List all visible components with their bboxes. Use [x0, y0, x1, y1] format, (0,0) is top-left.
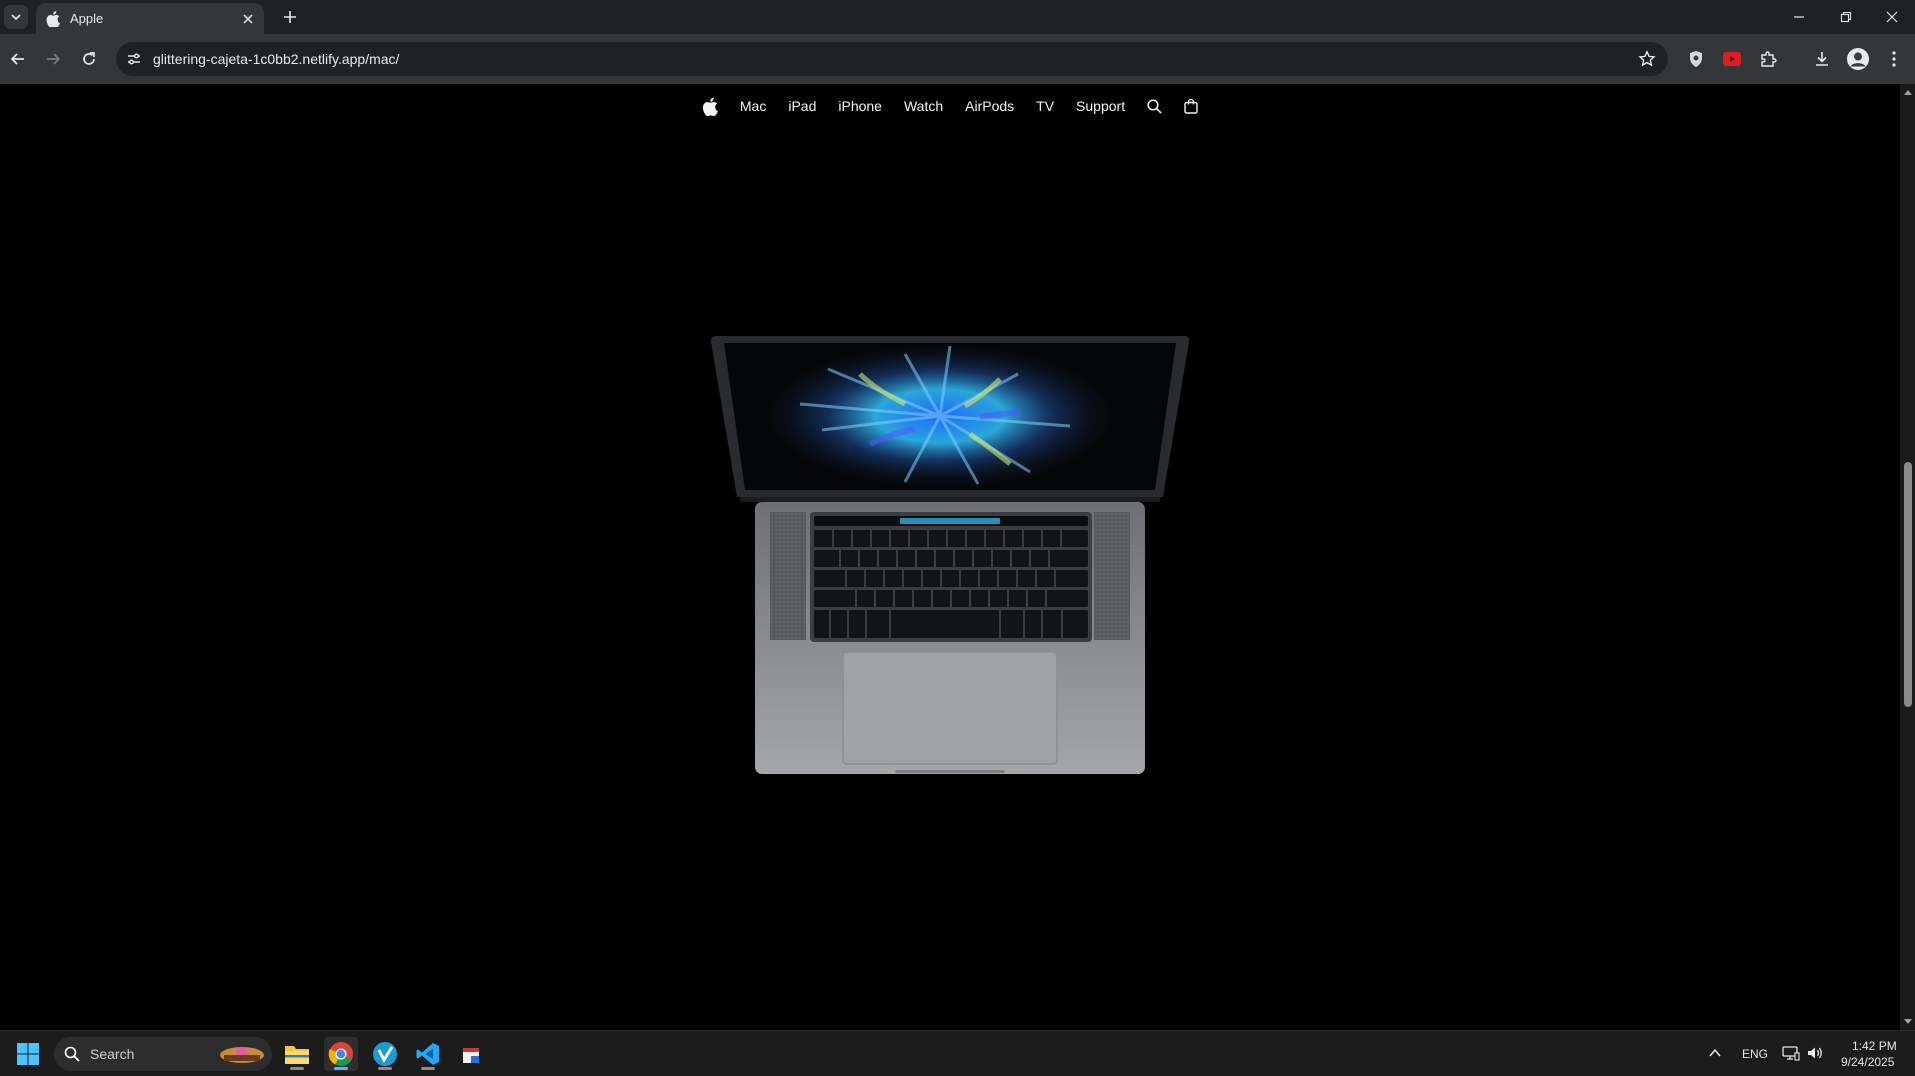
scroll-down-arrow-icon[interactable] — [1903, 1018, 1913, 1026]
apple-logo-icon — [702, 97, 718, 116]
page-scrollbar[interactable] — [1900, 84, 1915, 1030]
browser-toolbar: glittering-cajeta-1c0bb2.netlify.app/mac… — [0, 34, 1915, 84]
folder-icon — [285, 1046, 309, 1064]
arrow-left-icon — [10, 53, 24, 65]
bookmark-star-icon[interactable] — [1638, 50, 1656, 68]
tab-search-button[interactable] — [4, 5, 28, 29]
red-extension-button[interactable] — [1721, 48, 1743, 70]
red-extension-icon — [1723, 52, 1741, 66]
shield-icon — [1690, 51, 1702, 67]
taskbar-file-explorer[interactable] — [280, 1037, 314, 1071]
scrollbar-thumb[interactable] — [1904, 462, 1912, 707]
minimize-button[interactable] — [1776, 0, 1822, 34]
arrow-right-icon — [47, 53, 61, 65]
forward-button[interactable] — [40, 46, 66, 72]
running-indicator — [290, 1067, 304, 1070]
running-indicator — [421, 1067, 435, 1070]
apple-logo-link[interactable] — [702, 97, 718, 116]
restore-button[interactable] — [1823, 0, 1869, 34]
shield-extension-button[interactable] — [1685, 48, 1707, 70]
shopping-bag-icon — [1184, 98, 1198, 114]
avatar — [1847, 48, 1869, 70]
scroll-up-arrow-icon[interactable] — [1903, 88, 1913, 96]
vscode-icon — [416, 1043, 439, 1065]
download-icon — [1816, 52, 1828, 66]
windows-logo-icon — [17, 1043, 39, 1065]
nav-airpods[interactable]: AirPods — [965, 98, 1014, 114]
network-icon[interactable] — [1782, 1045, 1800, 1061]
volume-icon[interactable] — [1806, 1045, 1824, 1061]
language-indicator[interactable]: ENG — [1742, 1047, 1768, 1061]
clock-date[interactable]: 9/24/2025 — [1841, 1055, 1894, 1069]
reload-icon — [83, 52, 95, 65]
nav-bag[interactable] — [1184, 98, 1198, 114]
windows-taskbar: Search ENG 1:42 PM 9/24/2025 — [0, 1030, 1915, 1076]
nav-support[interactable]: Support — [1076, 98, 1125, 114]
nav-tv[interactable]: TV — [1036, 98, 1054, 114]
taskbar-chrome[interactable] — [324, 1037, 358, 1071]
puzzle-icon — [1761, 51, 1777, 67]
apple-global-nav: Mac iPad iPhone Watch AirPods TV Support — [0, 84, 1900, 128]
close-tab-icon[interactable] — [242, 13, 254, 25]
site-info-icon[interactable] — [126, 51, 142, 67]
taskbar-search-box[interactable]: Search — [54, 1037, 272, 1071]
more-vert-icon — [1892, 51, 1896, 67]
nav-ipad[interactable]: iPad — [788, 98, 816, 114]
address-bar[interactable]: glittering-cajeta-1c0bb2.netlify.app/mac… — [116, 42, 1668, 76]
restore-icon — [1840, 11, 1852, 23]
taskbar-app-v[interactable] — [368, 1037, 402, 1071]
taskbar-app-snip[interactable] — [454, 1037, 488, 1071]
extensions-button[interactable] — [1757, 48, 1779, 70]
close-icon — [1886, 11, 1898, 23]
nav-iphone[interactable]: iPhone — [838, 98, 882, 114]
browser-tab-bar: Apple — [0, 0, 1915, 34]
close-window-button[interactable] — [1869, 0, 1915, 34]
page-viewport: Mac iPad iPhone Watch AirPods TV Support — [0, 84, 1900, 1030]
search-icon — [64, 1046, 80, 1062]
url-text: glittering-cajeta-1c0bb2.netlify.app/mac… — [153, 51, 400, 67]
chevron-down-icon — [11, 14, 21, 21]
clock-time[interactable]: 1:42 PM — [1852, 1039, 1897, 1053]
chrome-icon — [328, 1042, 353, 1067]
minimize-icon — [1794, 16, 1804, 18]
downloads-button[interactable] — [1811, 48, 1833, 70]
v-app-icon — [373, 1042, 397, 1066]
taskbar-vscode[interactable] — [411, 1037, 445, 1071]
active-indicator — [334, 1067, 348, 1070]
chrome-menu-button[interactable] — [1883, 48, 1905, 70]
search-icon — [1147, 98, 1162, 114]
search-placeholder: Search — [90, 1046, 135, 1062]
apple-favicon-icon — [46, 10, 60, 27]
macbook-pro-image — [710, 336, 1190, 774]
plus-icon — [284, 11, 296, 23]
start-button[interactable] — [11, 1037, 45, 1071]
nav-search[interactable] — [1147, 98, 1162, 114]
tab-title: Apple — [70, 11, 104, 26]
nav-watch[interactable]: Watch — [904, 98, 943, 114]
browser-tab-apple[interactable]: Apple — [36, 3, 264, 34]
profile-button[interactable] — [1847, 48, 1869, 70]
running-indicator — [378, 1067, 392, 1070]
back-button[interactable] — [5, 46, 31, 72]
reload-button[interactable] — [76, 46, 102, 72]
search-highlight-icon — [220, 1047, 264, 1063]
nav-mac[interactable]: Mac — [740, 98, 766, 114]
chevron-up-icon[interactable] — [1708, 1046, 1722, 1060]
new-tab-button[interactable] — [278, 5, 302, 29]
snip-tool-icon — [463, 1048, 479, 1063]
